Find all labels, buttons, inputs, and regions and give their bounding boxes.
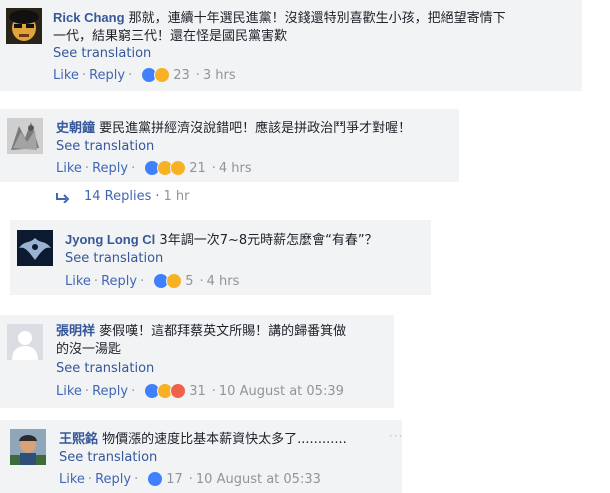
comment-author[interactable]: Rick Chang: [53, 10, 125, 25]
avatar[interactable]: [17, 230, 53, 266]
comment-body: 張明祥 麥假嘆！這都拜蔡英文所賜！講的歸番箕做 的沒一湯匙: [56, 322, 390, 359]
separator-dot: ·: [131, 383, 136, 399]
separator-dot: ·: [211, 160, 216, 176]
reply-button[interactable]: Reply: [95, 472, 131, 487]
like-button[interactable]: Like: [53, 68, 79, 83]
reaction-count[interactable]: 21: [189, 161, 206, 176]
see-translation-link[interactable]: See translation: [56, 361, 154, 376]
reaction-summary[interactable]: [153, 273, 183, 289]
separator-dot: ·: [188, 471, 193, 487]
reaction-summary[interactable]: [141, 67, 171, 83]
comment-actions: Like · Reply · 31 · 10 August at 05:39: [56, 383, 344, 399]
reply-button[interactable]: Reply: [89, 68, 125, 83]
see-translation-link[interactable]: See translation: [56, 139, 154, 154]
comment-actions: Like · Reply · 21 · 4 hrs: [56, 160, 252, 176]
comment-text: 一代，結果窮三代！還在怪是國民黨害歎: [53, 29, 288, 44]
separator-dot: ·: [93, 273, 99, 289]
comment-body: 史朝鐘 要民進黨拼經濟沒說錯吧！應該是拼政治鬥爭才對喔！: [56, 119, 456, 138]
separator-dot: ·: [134, 471, 139, 487]
comment-author[interactable]: Jyong Long Cl: [65, 232, 155, 247]
comment-author[interactable]: 王熙銘: [59, 431, 98, 446]
comment-actions: Like · Reply · 17 · 10 August at 05:33: [59, 471, 321, 487]
reply-button[interactable]: Reply: [92, 161, 128, 176]
like-button[interactable]: Like: [65, 274, 91, 289]
avatar-image: [17, 230, 53, 266]
timestamp[interactable]: 10 August at 05:39: [219, 384, 344, 399]
like-button[interactable]: Like: [59, 472, 85, 487]
comment-text: 那就，連續十年選民進黨！沒錢還特別喜歡生小孩，把絕望寄情下: [128, 11, 506, 26]
reaction-count[interactable]: 5: [185, 274, 193, 289]
like-reaction-icon: [147, 471, 164, 487]
timestamp[interactable]: 10 August at 05:33: [196, 472, 321, 487]
separator-dot: ·: [84, 383, 90, 399]
separator-dot: ·: [199, 273, 204, 289]
avatar-image: [10, 429, 46, 465]
separator-dot: ·: [128, 67, 133, 83]
comment-actions: Like · Reply · 5 · 4 hrs: [65, 273, 239, 289]
separator-dot: ·: [211, 383, 216, 399]
reply-button[interactable]: Reply: [92, 384, 128, 399]
timestamp[interactable]: 4 hrs: [207, 274, 240, 289]
comment-body: Jyong Long Cl 3年調一次7~8元時薪怎麼會“有春”？: [65, 231, 427, 250]
avatar[interactable]: [10, 429, 46, 465]
separator-dot: ·: [155, 189, 160, 204]
comment-actions: Like · Reply · 23 · 3 hrs: [53, 67, 236, 83]
reaction-count[interactable]: 17: [166, 472, 183, 487]
avatar[interactable]: [7, 118, 43, 154]
sad-reaction-icon: [166, 273, 183, 289]
avatar-image: [6, 8, 42, 44]
avatar-image: [7, 118, 43, 154]
comment-body: 王熙銘 物價漲的速度比基本薪資快太多了............: [59, 430, 389, 449]
reaction-summary[interactable]: [147, 471, 164, 487]
reaction-summary[interactable]: [144, 383, 187, 399]
reaction-count[interactable]: 31: [189, 384, 206, 399]
separator-dot: ·: [87, 471, 93, 487]
reaction-summary[interactable]: [144, 160, 187, 176]
avatar[interactable]: [7, 324, 43, 360]
wow-reaction-icon: [170, 160, 187, 176]
see-translation-link[interactable]: See translation: [59, 450, 157, 465]
avatar[interactable]: [6, 8, 42, 44]
see-translation-link[interactable]: See translation: [53, 46, 151, 61]
comment-author[interactable]: 張明祥: [56, 323, 95, 338]
reply-arrow-icon: [56, 192, 70, 203]
comment-text: 3年調一次7~8元時薪怎麼會“有春”？: [159, 233, 378, 248]
view-replies-link[interactable]: 14 Replies · 1 hr: [56, 189, 190, 204]
like-button[interactable]: Like: [56, 161, 82, 176]
comment-body: Rick Chang 那就，連續十年選民進黨！沒錢還特別喜歡生小孩，把絕望寄情下…: [53, 9, 578, 46]
replies-count[interactable]: 14 Replies: [84, 189, 151, 204]
separator-dot: ·: [81, 67, 87, 83]
comment-text: 要民進黨拼經濟沒說錯吧！應該是拼政治鬥爭才對喔！: [99, 121, 412, 136]
reaction-count[interactable]: 23: [173, 68, 190, 83]
separator-dot: ·: [131, 160, 136, 176]
comment-text: 的沒一湯匙: [56, 342, 122, 357]
timestamp[interactable]: 4 hrs: [219, 161, 252, 176]
default-avatar-icon: [7, 324, 43, 360]
angry-reaction-icon: [170, 383, 187, 399]
separator-dot: ·: [84, 160, 90, 176]
replies-timestamp: 1 hr: [163, 189, 190, 204]
comment-author[interactable]: 史朝鐘: [56, 120, 95, 135]
separator-dot: ·: [140, 273, 145, 289]
comment-text: 物價漲的速度比基本薪資快太多了............: [102, 432, 347, 447]
haha-reaction-icon: [154, 67, 171, 83]
more-options-icon[interactable]: ···: [389, 429, 403, 443]
reply-button[interactable]: Reply: [101, 274, 137, 289]
like-button[interactable]: Like: [56, 384, 82, 399]
timestamp[interactable]: 3 hrs: [203, 68, 236, 83]
see-translation-link[interactable]: See translation: [65, 251, 163, 266]
comment-text: 麥假嘆！這都拜蔡英文所賜！講的歸番箕做: [99, 324, 347, 339]
separator-dot: ·: [195, 67, 200, 83]
